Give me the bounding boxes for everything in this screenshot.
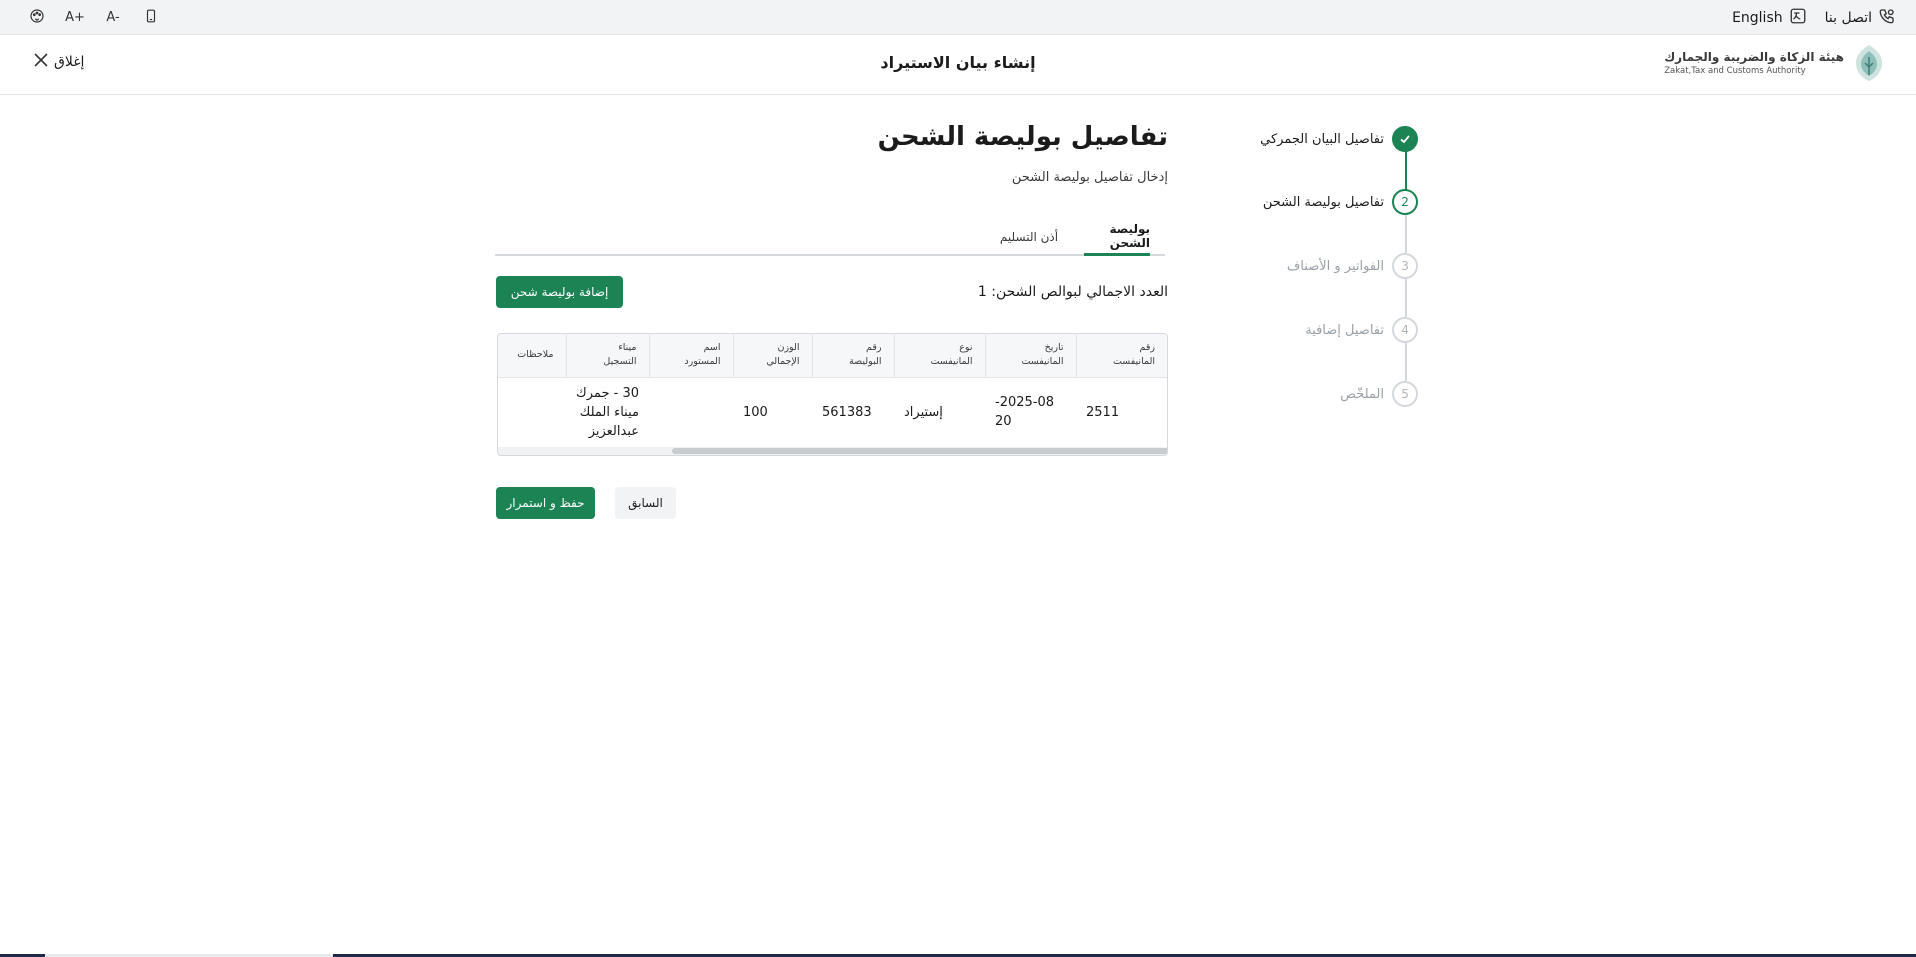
wizard-stepper: تفاصيل البيان الجمركي 2 تفاصيل بوليصة ال… <box>1260 125 1420 415</box>
section-title: تفاصيل بوليصة الشحن <box>877 122 1168 152</box>
cell-registration-port: 30 - جمرك ميناء الملك عبدالعزيز <box>576 385 639 439</box>
palette-icon <box>29 8 45 28</box>
col-registration-port: ميناء التسجيل <box>565 334 649 378</box>
table-header-row: رقم المانيفست تاريخ المانيفست نوع المانيفست… <box>498 334 1167 378</box>
step-connector-2 <box>1405 215 1407 253</box>
scrollbar-thumb[interactable] <box>672 448 1167 454</box>
cell-manifest-number: 2511 <box>1086 404 1120 420</box>
close-button[interactable]: إغلاق <box>34 53 84 71</box>
col-total-weight: الوزن الإجمالي <box>732 334 812 378</box>
step-label: الملخّص <box>1340 386 1384 402</box>
section-subtitle: إدخال تفاصيل بوليصة الشحن <box>1011 170 1168 185</box>
font-decrease-button[interactable]: A- <box>102 7 124 29</box>
step-customs-declaration[interactable]: تفاصيل البيان الجمركي <box>1218 125 1418 153</box>
tab-bill-of-lading[interactable]: بوليصة الشحن <box>1084 218 1150 256</box>
utility-right-group: اتصل بنا English <box>1732 0 1896 35</box>
step-connector-3 <box>1405 279 1407 317</box>
language-switch[interactable]: English <box>1732 7 1807 29</box>
step-number: 5 <box>1392 381 1418 407</box>
font-decrease-icon: A- <box>106 10 120 25</box>
step-label: تفاصيل إضافية <box>1305 322 1384 338</box>
utility-bar: اتصل بنا English A+ A- <box>0 0 1916 35</box>
count-row: العدد الاجمالي لبوالص الشحن: 1 إضافة بول… <box>495 276 1168 310</box>
cell-manifest-type: إستيراد <box>904 404 943 420</box>
close-label: إغلاق <box>54 54 85 70</box>
font-increase-button[interactable]: A+ <box>64 7 86 29</box>
bills-table: رقم المانيفست تاريخ المانيفست نوع المانيفست… <box>498 334 1167 447</box>
close-icon <box>34 53 48 71</box>
contrast-button[interactable] <box>26 7 48 29</box>
add-bill-of-lading-button[interactable]: إضافة بوليصة شحن <box>496 276 623 308</box>
page-title: إنشاء بيان الاستيراد <box>880 53 1036 72</box>
step-additional-details[interactable]: 4 تفاصيل إضافية <box>1218 316 1418 344</box>
col-manifest-type: نوع المانيفست <box>893 334 985 378</box>
step-bill-of-lading[interactable]: 2 تفاصيل بوليصة الشحن <box>1218 188 1418 216</box>
step-invoices-items[interactable]: 3 الفواتير و الأصناف <box>1218 252 1418 280</box>
page-header: هيئة الزكاة والضريبة والجمارك Zakat,Tax … <box>0 35 1916 95</box>
contact-us-link[interactable]: اتصل بنا <box>1825 7 1896 29</box>
cell-notes <box>498 377 566 447</box>
translate-icon <box>1789 7 1807 29</box>
step-label: تفاصيل بوليصة الشحن <box>1262 194 1384 210</box>
contact-us-label: اتصل بنا <box>1824 9 1872 26</box>
cell-importer-name <box>649 377 733 447</box>
mobile-icon <box>144 8 158 28</box>
cell-total-weight: 100 <box>743 404 768 420</box>
col-bill-number: رقم البوليصة <box>811 334 894 378</box>
phone-icon <box>1878 7 1896 29</box>
step-number: 2 <box>1392 189 1418 215</box>
step-label: الفواتير و الأصناف <box>1286 258 1384 274</box>
tab-delivery-order[interactable]: أذن التسليم <box>999 218 1059 256</box>
language-label: English <box>1732 9 1783 26</box>
col-manifest-number: رقم المانيفست <box>1075 334 1167 378</box>
previous-button[interactable]: السابق <box>615 487 676 519</box>
save-continue-button[interactable]: حفظ و استمرار <box>496 487 595 519</box>
font-increase-icon: A+ <box>65 10 85 25</box>
step-connector-4 <box>1405 343 1407 381</box>
bills-table-container: رقم المانيفست تاريخ المانيفست نوع المانيفست… <box>497 333 1168 456</box>
mobile-view-button[interactable] <box>140 7 162 29</box>
tab-bar: بوليصة الشحن أذن التسليم <box>495 218 1165 256</box>
step-label: تفاصيل البيان الجمركي <box>1260 131 1384 147</box>
cell-bill-number: 561383 <box>822 404 872 420</box>
col-importer-name: اسم المستورد <box>648 334 733 378</box>
step-summary[interactable]: 5 الملخّص <box>1218 380 1418 408</box>
step-check-icon <box>1392 126 1418 152</box>
horizontal-scrollbar[interactable] <box>498 447 1167 455</box>
utility-left-group: A+ A- <box>26 0 162 35</box>
cell-manifest-date: 2025-08- 20 <box>995 395 1055 430</box>
table-row[interactable]: 2511 2025-08- 20 إستيراد 561383 100 30 - … <box>498 377 1167 447</box>
col-notes: ملاحظات <box>498 334 566 378</box>
form-actions: السابق حفظ و استمرار <box>495 487 1168 521</box>
bills-count-text: العدد الاجمالي لبوالص الشحن: 1 <box>977 284 1168 300</box>
step-number: 4 <box>1392 317 1418 343</box>
step-number: 3 <box>1392 253 1418 279</box>
col-manifest-date: تاريخ المانيفست <box>984 334 1076 378</box>
